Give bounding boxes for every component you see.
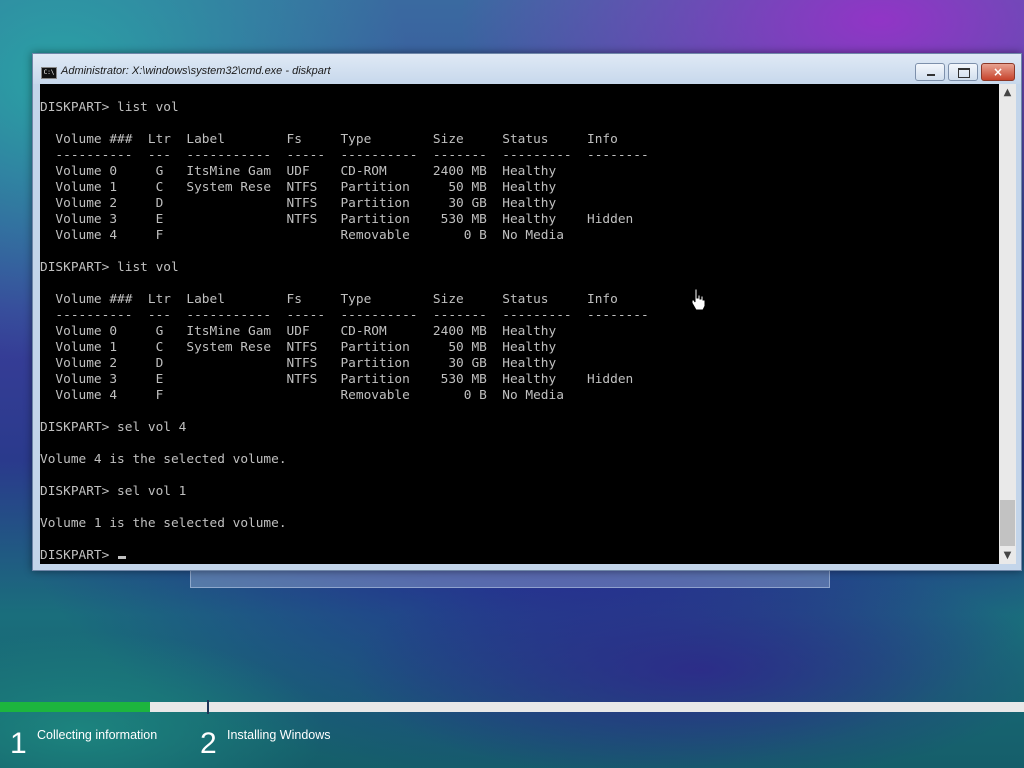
console-output[interactable]: DISKPART> list vol Volume ### Ltr Label … [40,84,999,564]
maximize-button[interactable] [948,63,978,81]
hand-cursor-icon [691,288,706,311]
window-title: Administrator: X:\windows\system32\cmd.e… [61,65,331,77]
console-lines: DISKPART> list vol Volume ### Ltr Label … [40,100,999,564]
setup-progress-fill [0,702,150,712]
stage-number: 2 [200,727,217,760]
scrollbar-thumb[interactable] [1000,500,1015,546]
stage-label: Installing Windows [227,728,331,742]
console-line: DISKPART> list vol [40,100,179,115]
text-cursor [118,556,127,559]
console-line: Volume 2 D NTFS Partition 30 GB Healthy [40,196,557,211]
progress-stage-divider [207,700,209,714]
cmd-app-icon: C:\ [41,67,57,79]
console-line: Volume 3 E NTFS Partition 530 MB Healthy… [40,212,634,227]
console-line: Volume 1 C System Rese NTFS Partition 50… [40,180,557,195]
cmd-window[interactable]: C:\ Administrator: X:\windows\system32\c… [32,53,1022,571]
setup-progress-bar [0,700,1024,714]
console-line: DISKPART> sel vol 1 [40,484,187,499]
background-window-frame [190,570,830,588]
console-line: ---------- --- ----------- ----- -------… [40,308,649,323]
console-line: ---------- --- ----------- ----- -------… [40,148,649,163]
stage-number: 1 [10,727,27,760]
console-line: Volume 0 G ItsMine Gam UDF CD-ROM 2400 M… [40,324,557,339]
console-line: Volume ### Ltr Label Fs Type Size Status… [40,132,618,147]
console-line: Volume 4 F Removable 0 B No Media [40,388,564,403]
close-button[interactable]: × [981,63,1015,81]
scroll-down-arrow-icon[interactable]: ▼ [999,547,1016,564]
minimize-button[interactable] [915,63,945,81]
console-line: Volume 1 C System Rese NTFS Partition 50… [40,340,557,355]
scroll-up-arrow-icon[interactable]: ▲ [999,84,1016,101]
stage-label: Collecting information [37,728,158,742]
console-line: DISKPART> sel vol 4 [40,420,187,435]
maximize-icon [958,68,970,78]
console-line: Volume 4 F Removable 0 B No Media [40,228,564,243]
vertical-scrollbar[interactable]: ▲ ▼ [999,84,1016,564]
console-line: Volume 0 G ItsMine Gam UDF CD-ROM 2400 M… [40,164,557,179]
minimize-icon [927,74,935,76]
console-line: DISKPART> list vol [40,260,179,275]
console-line: Volume ### Ltr Label Fs Type Size Status… [40,292,618,307]
console-line: Volume 4 is the selected volume. [40,452,287,467]
console-line: Volume 3 E NTFS Partition 530 MB Healthy… [40,372,634,387]
close-icon: × [992,65,1004,79]
console-line: Volume 1 is the selected volume. [40,516,287,531]
console-line: Volume 2 D NTFS Partition 30 GB Healthy [40,356,557,371]
title-bar[interactable]: C:\ Administrator: X:\windows\system32\c… [33,54,1021,84]
console-prompt-row: DISKPART> [40,548,999,564]
